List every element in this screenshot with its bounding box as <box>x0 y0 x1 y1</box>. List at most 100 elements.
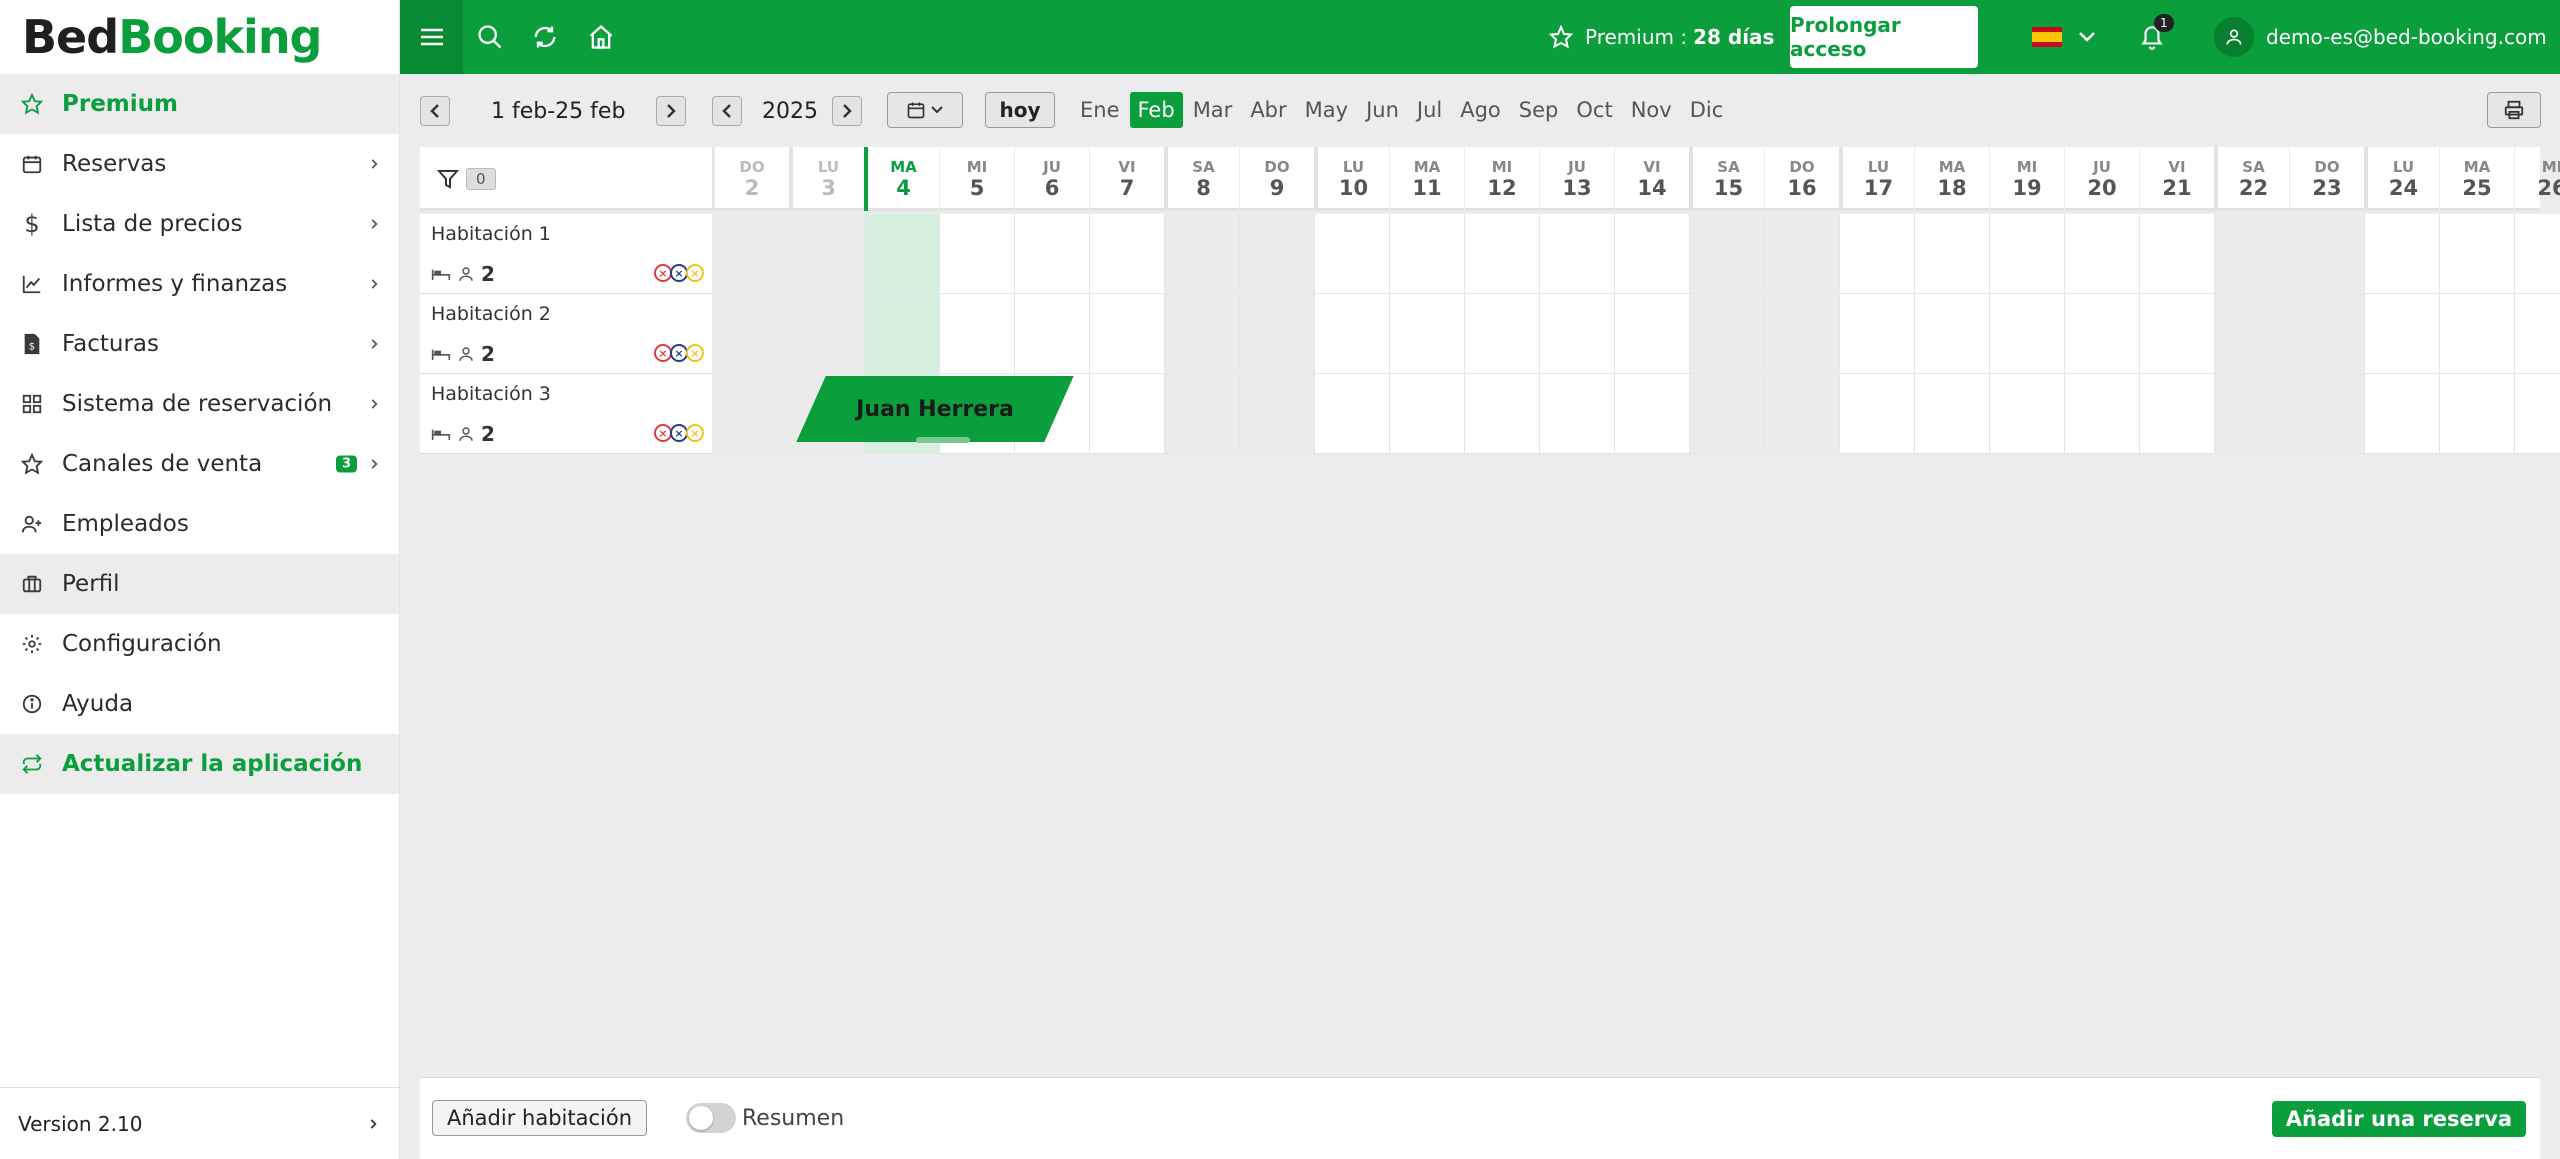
calendar-cell[interactable] <box>1839 294 1914 374</box>
next-year-button[interactable] <box>832 96 862 126</box>
prev-range-button[interactable] <box>420 96 450 126</box>
calendar-cell[interactable] <box>2364 214 2439 294</box>
calendar-cell[interactable] <box>1689 374 1764 454</box>
calendar-cell[interactable] <box>1464 294 1539 374</box>
calendar-cell[interactable] <box>864 294 939 374</box>
calendar-cell[interactable] <box>1989 214 2064 294</box>
sidebar-item-canales-de-venta[interactable]: Canales de venta 3 <box>0 434 399 494</box>
month-nov[interactable]: Nov <box>1623 92 1680 128</box>
calendar-cell[interactable] <box>714 374 789 454</box>
calendar-cell[interactable] <box>1989 374 2064 454</box>
calendar-cell[interactable] <box>1314 214 1389 294</box>
calendar-cell[interactable] <box>1764 294 1839 374</box>
booking-resize-handle[interactable] <box>916 437 970 443</box>
calendar-cell[interactable] <box>1539 294 1614 374</box>
calendar-cell[interactable] <box>1239 374 1314 454</box>
calendar-cell[interactable] <box>1914 214 1989 294</box>
room-info[interactable]: Habitación 3 2 × × × <box>420 374 712 454</box>
calendar-cell[interactable] <box>2214 374 2289 454</box>
calendar-cell[interactable] <box>714 214 789 294</box>
calendar-cell[interactable] <box>2439 294 2514 374</box>
calendar-cell[interactable] <box>1314 374 1389 454</box>
calendar-cell[interactable] <box>2214 214 2289 294</box>
sidebar-item-facturas[interactable]: $ Facturas <box>0 314 399 374</box>
prev-year-button[interactable] <box>712 96 742 126</box>
calendar-cell[interactable] <box>864 214 939 294</box>
calendar-cell[interactable] <box>1539 214 1614 294</box>
calendar-cell[interactable] <box>1914 374 1989 454</box>
sidebar-item-actualizar[interactable]: Actualizar la aplicación <box>0 734 399 794</box>
calendar-cell[interactable] <box>1614 214 1689 294</box>
calendar-cell[interactable] <box>1389 214 1464 294</box>
calendar-cell[interactable] <box>1239 294 1314 374</box>
print-button[interactable] <box>2487 92 2541 128</box>
calendar-cell[interactable] <box>2289 294 2364 374</box>
today-button[interactable]: hoy <box>985 92 1055 128</box>
calendar-cell[interactable] <box>1014 214 1089 294</box>
calendar-cell[interactable] <box>2064 374 2139 454</box>
calendar-cell[interactable] <box>2364 294 2439 374</box>
sidebar-item-ayuda[interactable]: Ayuda <box>0 674 399 734</box>
sidebar-item-configuracion[interactable]: Configuración <box>0 614 399 674</box>
calendar-cell[interactable] <box>1839 374 1914 454</box>
calendar-cell[interactable] <box>1089 214 1164 294</box>
calendar-cell[interactable] <box>1464 374 1539 454</box>
date-picker-button[interactable] <box>887 92 963 128</box>
calendar-cell[interactable] <box>1089 374 1164 454</box>
calendar-cell[interactable] <box>1089 294 1164 374</box>
calendar-cell[interactable] <box>2289 214 2364 294</box>
add-room-button[interactable]: Añadir habitación <box>432 1100 648 1136</box>
month-jul[interactable]: Jul <box>1409 92 1450 128</box>
sidebar-item-perfil[interactable]: Perfil <box>0 554 399 614</box>
calendar-cell[interactable] <box>2064 294 2139 374</box>
bedbooking-logo[interactable]: Bed Booking <box>0 0 399 74</box>
sidebar-item-sistema-de-reservacion[interactable]: Sistema de reservación <box>0 374 399 434</box>
calendar-cell[interactable] <box>1464 214 1539 294</box>
calendar-cell[interactable] <box>1164 374 1239 454</box>
room-info[interactable]: Habitación 1 2 × × × <box>420 214 712 294</box>
calendar-cell[interactable] <box>939 294 1014 374</box>
calendar-cell[interactable] <box>1764 374 1839 454</box>
sidebar-item-empleados[interactable]: Empleados <box>0 494 399 554</box>
calendar-cell[interactable] <box>2514 214 2560 294</box>
calendar-cell[interactable] <box>789 214 864 294</box>
calendar-cell[interactable] <box>2289 374 2364 454</box>
calendar-cell[interactable] <box>939 214 1014 294</box>
calendar-cell[interactable] <box>1539 374 1614 454</box>
calendar-cell[interactable] <box>789 294 864 374</box>
calendar-cell[interactable] <box>1689 214 1764 294</box>
language-selector[interactable] <box>2032 0 2096 74</box>
calendar-cell[interactable] <box>1314 294 1389 374</box>
room-info[interactable]: Habitación 2 2 × × × <box>420 294 712 374</box>
month-ago[interactable]: Ago <box>1452 92 1509 128</box>
search-icon[interactable] <box>466 0 514 74</box>
calendar-cell[interactable] <box>1989 294 2064 374</box>
calendar-cell[interactable] <box>1389 294 1464 374</box>
hamburger-menu-icon[interactable] <box>400 0 463 74</box>
calendar-cell[interactable] <box>1614 374 1689 454</box>
calendar-cell[interactable] <box>1389 374 1464 454</box>
calendar-cell[interactable] <box>2214 294 2289 374</box>
booking-guest-name[interactable]: Juan Herrera <box>811 376 1059 442</box>
month-mar[interactable]: Mar <box>1185 92 1241 128</box>
prolong-access-button[interactable]: Prolongar acceso <box>1790 6 1978 68</box>
calendar-cell[interactable] <box>1839 214 1914 294</box>
calendar-cell[interactable] <box>1689 294 1764 374</box>
month-sep[interactable]: Sep <box>1511 92 1567 128</box>
month-may[interactable]: May <box>1297 92 1356 128</box>
summary-toggle[interactable] <box>686 1103 736 1133</box>
calendar-cell[interactable] <box>1764 214 1839 294</box>
month-abr[interactable]: Abr <box>1242 92 1294 128</box>
calendar-cell[interactable] <box>1164 294 1239 374</box>
sidebar-item-informes[interactable]: Informes y finanzas <box>0 254 399 314</box>
calendar-cell[interactable] <box>1614 294 1689 374</box>
calendar-cell[interactable] <box>2064 214 2139 294</box>
notifications-bell-icon[interactable]: 1 <box>2128 0 2176 74</box>
calendar-cell[interactable] <box>2139 374 2214 454</box>
sidebar-item-reservas[interactable]: Reservas <box>0 134 399 194</box>
sidebar-item-lista-de-precios[interactable]: $ Lista de precios <box>0 194 399 254</box>
filter-button[interactable]: 0 <box>420 147 714 211</box>
calendar-cell[interactable] <box>2139 294 2214 374</box>
calendar-cell[interactable] <box>2514 294 2560 374</box>
calendar-cell[interactable] <box>1014 294 1089 374</box>
